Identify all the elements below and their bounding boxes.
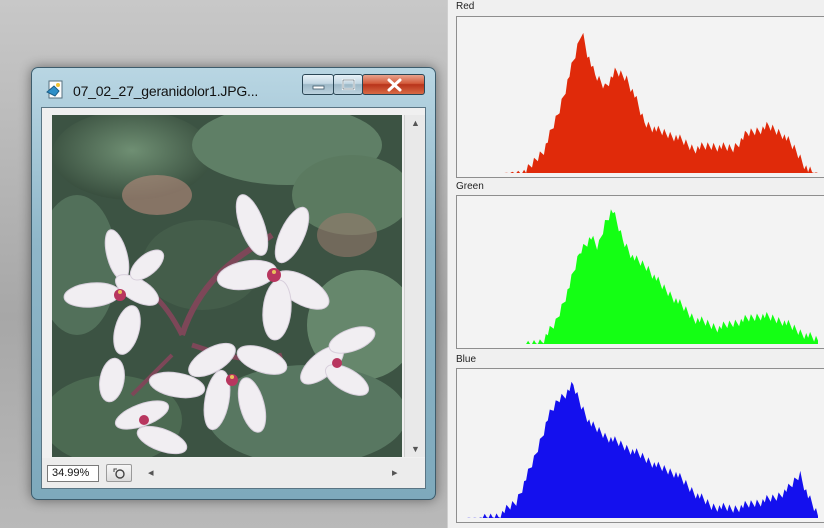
- scroll-up-icon[interactable]: ▲: [411, 118, 420, 128]
- green-histogram: [456, 195, 824, 349]
- scroll-left-icon[interactable]: ◂: [148, 466, 154, 479]
- close-button[interactable]: [362, 74, 425, 95]
- blue-histogram-label: Blue: [456, 354, 477, 365]
- blue-histogram: [456, 368, 824, 523]
- red-histogram: [456, 16, 824, 178]
- green-histogram-area: [463, 209, 818, 344]
- image-file-icon: [46, 80, 66, 100]
- image-window[interactable]: 07_02_27_geranidolor1.JPG... ▲ ▼ 34.99% …: [31, 67, 436, 500]
- window-titlebar[interactable]: 07_02_27_geranidolor1.JPG...: [31, 67, 436, 107]
- histogram-panel: Red Green Blue: [447, 0, 824, 528]
- geranium-photo: [52, 115, 402, 457]
- red-histogram-area: [463, 32, 818, 174]
- maximize-button[interactable]: [333, 74, 363, 95]
- scroll-right-icon[interactable]: ▸: [392, 466, 398, 479]
- vertical-scrollbar[interactable]: ▲ ▼: [404, 115, 425, 457]
- red-histogram-label: Red: [456, 1, 475, 12]
- navigator-button[interactable]: [106, 464, 132, 482]
- minimize-button[interactable]: [302, 74, 334, 95]
- green-histogram-label: Green: [456, 181, 484, 192]
- zoom-level-field[interactable]: 34.99%: [47, 465, 99, 482]
- status-bar: 34.99% ◂ ▸: [42, 458, 425, 488]
- image-viewer-client: ▲ ▼ 34.99% ◂ ▸: [41, 107, 426, 489]
- blue-histogram-area: [463, 381, 818, 518]
- close-icon: [387, 78, 402, 92]
- navigator-icon: [113, 468, 125, 479]
- maximize-icon: [341, 78, 356, 91]
- minimize-icon: [312, 85, 325, 90]
- scroll-down-icon[interactable]: ▼: [411, 444, 420, 454]
- window-title: 07_02_27_geranidolor1.JPG...: [73, 83, 259, 99]
